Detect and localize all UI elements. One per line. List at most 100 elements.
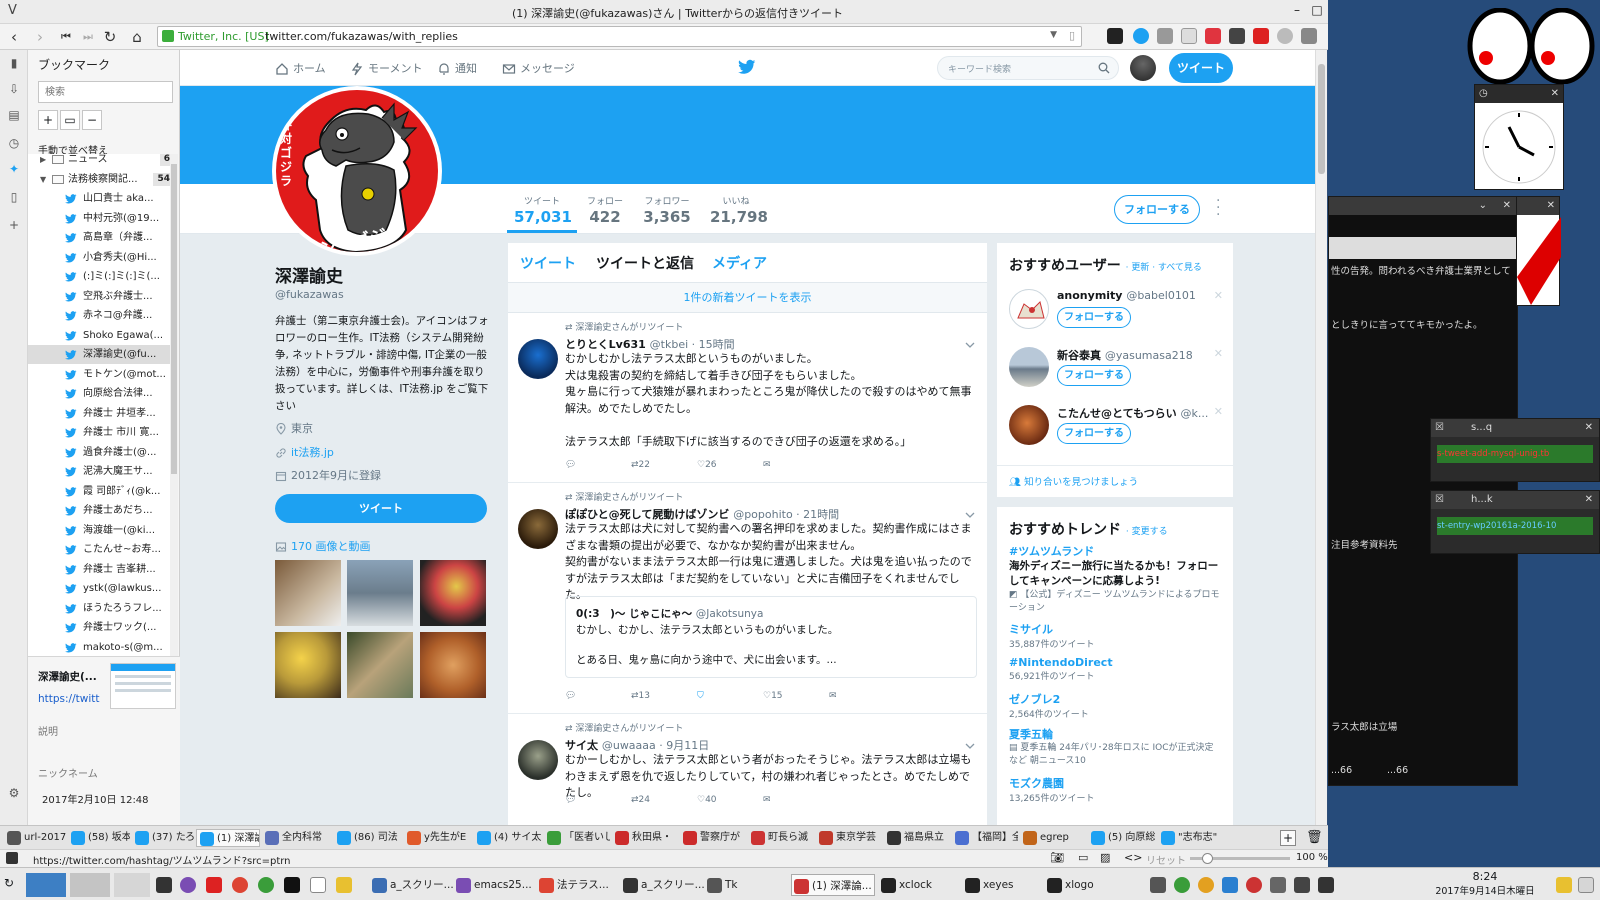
settings-icon[interactable]	[1277, 28, 1293, 44]
stat-following[interactable]: フォロー 422	[582, 194, 628, 226]
tree-scrollbar-thumb[interactable]	[171, 164, 177, 474]
browser-tab[interactable]: 東京学芸	[816, 829, 882, 847]
new-tab-button[interactable]: +	[1280, 830, 1296, 846]
bookmark-item[interactable]: 中村元弥(@19...	[28, 209, 178, 228]
media-thumbnail[interactable]	[275, 560, 341, 626]
last-page-icon[interactable]: ⏭	[78, 27, 98, 47]
tweet-author[interactable]: とりとくLv631 @tkbei · 15時間	[565, 336, 735, 352]
nav-moments[interactable]: モーメント	[350, 60, 423, 76]
xclock-titlebar[interactable]: ◷ ✕	[1475, 85, 1563, 103]
tweet-author[interactable]: ぽぽひと@死して屍動けばゾンビ @popohito · 21時間	[565, 506, 839, 522]
reply-icon[interactable]: 💬︎	[565, 460, 576, 470]
notes-icon[interactable]: ▤	[7, 108, 21, 122]
clock[interactable]: 8:24 2017年9月14日木曜日	[1420, 870, 1550, 897]
twitter-search-input[interactable]: キーワード検索	[937, 56, 1119, 80]
taskbar-window-button[interactable]: xlogo	[1045, 874, 1125, 896]
bluetooth-icon[interactable]	[1222, 877, 1238, 893]
close-icon[interactable]: ✕	[1551, 85, 1559, 103]
taskbar-window-button[interactable]: a_スクリー...	[370, 874, 454, 896]
bookmark-icon[interactable]: ▮	[7, 56, 21, 70]
terminal-titlebar[interactable]: ⌄ ✕	[1329, 197, 1517, 215]
xeyes-icon[interactable]	[1466, 8, 1596, 84]
window-titlebar[interactable]: V (1) 深澤諭史(@fukazawas)さん | Twitterからの返信付…	[0, 0, 1355, 24]
follow-user-button[interactable]: フォローする	[1057, 365, 1131, 386]
tree-scrollbar[interactable]	[170, 154, 178, 702]
nav-notifications[interactable]: 通知	[437, 60, 477, 76]
retweet-button[interactable]: ⇄ 13	[631, 691, 650, 701]
ext-icon-3[interactable]	[1157, 28, 1173, 44]
taskbar-window-button[interactable]: xeyes	[963, 874, 1041, 896]
browser-tab[interactable]: (37) たろ	[132, 829, 194, 847]
bookmark-item[interactable]: 山口貴士 aka...	[28, 189, 178, 208]
trend-tag[interactable]: 夏季五輪	[1009, 726, 1224, 742]
workspace-2[interactable]	[70, 873, 110, 897]
taskbar-window-button[interactable]: 法テラス...	[537, 874, 617, 896]
profile-tweet-button[interactable]: ツイート	[275, 494, 487, 523]
ext-icon-6[interactable]	[1229, 28, 1245, 44]
shield-icon[interactable]: ⛉	[697, 691, 704, 701]
taskbar-window-button[interactable]: xclock	[879, 874, 959, 896]
taskbar-window-button[interactable]: a_スクリー...	[621, 874, 705, 896]
twitter-bird-icon[interactable]	[738, 59, 756, 75]
browser-tab[interactable]: y先生がE	[404, 829, 472, 847]
envelope-icon[interactable]: ✉	[763, 795, 771, 805]
bookmark-item[interactable]: 霞 司郎ﾃﾞｨ(@k...	[28, 482, 178, 501]
browser-tab[interactable]: 「医者いし	[544, 829, 610, 847]
gear-icon[interactable]: ⚙	[7, 786, 21, 800]
reply-icon[interactable]: 💬︎	[565, 795, 576, 805]
trend-item[interactable]: 夏季五輪 ▤ 夏季五輪 24年パリ･28年ロスに IOCが正式決定 など 朝ニュー…	[1009, 726, 1224, 768]
browser-tab[interactable]: (5) 向原総	[1088, 829, 1156, 847]
volume-icon[interactable]	[1318, 877, 1334, 893]
browser-tab[interactable]: 町長ら滅	[748, 829, 814, 847]
browser-tab[interactable]: 福島県立	[884, 829, 950, 847]
dismiss-icon[interactable]: ✕	[1214, 347, 1223, 360]
bookmark-item[interactable]: 過食弁護士(@...	[28, 443, 178, 462]
tweet-avatar[interactable]	[518, 509, 558, 549]
pocket-icon[interactable]	[1205, 28, 1221, 44]
wtf-links[interactable]: · 更新 · すべて見る	[1126, 263, 1202, 273]
tweet[interactable]: ⇄ 深澤諭史さんがリツイート ぽぽひと@死して屍動けばゾンビ @popohito…	[508, 483, 987, 714]
app-icon[interactable]	[336, 877, 352, 893]
hk-titlebar[interactable]: ☒ h...k ✕	[1431, 491, 1599, 509]
trend-item[interactable]: #NintendoDirect 56,921件のツイート	[1009, 656, 1224, 682]
find-friends-link[interactable]: 👥︎ 知り合いを見つけましょう	[1009, 474, 1138, 488]
ext-icon-1[interactable]	[1107, 28, 1123, 44]
browser-tab[interactable]: url-2017-	[4, 829, 66, 847]
bookmark-search-input[interactable]	[38, 81, 173, 103]
bookmark-item[interactable]: 弁護士あだち...	[28, 501, 178, 520]
trend-tag[interactable]: ミサイル	[1009, 621, 1224, 637]
tab-media[interactable]: メディア	[712, 253, 767, 273]
taskbar-window-button[interactable]: emacs25...	[454, 874, 534, 896]
trend-tag[interactable]: #NintendoDirect	[1009, 656, 1224, 669]
tweet-avatar[interactable]	[518, 339, 558, 379]
profile-avatar[interactable]: 弁対ゴジラ ベン・ゴジラ	[272, 86, 442, 256]
website-link[interactable]: it法務.jp	[291, 446, 334, 459]
app-menu-icon[interactable]: ↻	[4, 876, 14, 890]
nav-messages[interactable]: メッセージ	[502, 60, 575, 76]
browser-tab[interactable]: (58) 坂本	[68, 829, 130, 847]
zoom-slider[interactable]	[1190, 853, 1290, 864]
remove-bookmark-button[interactable]: −	[82, 110, 102, 130]
battery-icon[interactable]	[1294, 877, 1310, 893]
bookmark-item[interactable]: 赤ネコ@弁護...	[28, 306, 178, 325]
compose-tweet-button[interactable]: ツイート	[1169, 53, 1233, 83]
trend-item[interactable]: ミサイル 35,887件のツイート	[1009, 621, 1224, 650]
hk-window[interactable]: ☒ h...k ✕ st-entry-wp20161a-2016-10	[1430, 490, 1600, 554]
trend-tag[interactable]: #ツムツムランド	[1009, 543, 1224, 559]
retweet-button[interactable]: ⇄ 24	[631, 795, 650, 805]
taskbar-window-button[interactable]: Tk	[705, 874, 783, 896]
camera-icon[interactable]: 📷︎	[1050, 851, 1064, 864]
bookmark-item[interactable]: 弁護士ワック(...	[28, 618, 178, 637]
media-thumbnail[interactable]	[420, 560, 486, 626]
bookmark-item[interactable]: ystk(@lawkus...	[28, 579, 178, 598]
close-icon[interactable]: ✕	[1585, 491, 1593, 509]
chevron-down-icon[interactable]	[965, 510, 975, 520]
add-folder-button[interactable]: ▭	[60, 110, 80, 130]
trend-item[interactable]: #ツムツムランド 海外ディズニー旅行に当たるかも！フォローしてキャンペーンに応募…	[1009, 543, 1224, 615]
follow-user-button[interactable]: フォローする	[1057, 307, 1131, 328]
bookmark-folder[interactable]: ▼ 法務検察関記... 54	[28, 170, 178, 189]
forward-arrow-icon[interactable]: ›	[30, 27, 50, 47]
show-desktop-icon[interactable]	[1578, 877, 1594, 893]
stat-likes[interactable]: いいね 21,798	[710, 194, 768, 226]
minimize-button[interactable]: –	[1287, 3, 1307, 21]
